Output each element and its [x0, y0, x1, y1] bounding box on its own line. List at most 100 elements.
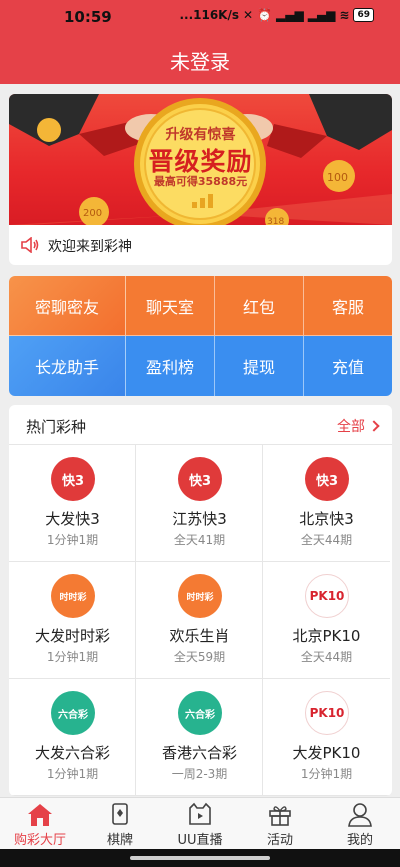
status-time: 10:59	[64, 8, 112, 26]
menu-red-packet[interactable]: 红包	[215, 276, 304, 336]
game-icon-text: 六合彩	[185, 709, 215, 721]
nav-mine[interactable]: 我的	[320, 798, 400, 850]
game-schedule: 1分钟1期	[46, 767, 99, 781]
quick-menu: 密聊密友 聊天室 红包 客服 长龙助手 盈利榜 提现 充值	[9, 276, 392, 396]
game-icon-text: 快3	[188, 473, 212, 489]
nav-uu-live[interactable]: UU直播	[160, 798, 240, 850]
lottery-game-card[interactable]: 六合彩香港六合彩一周2-3期	[136, 679, 263, 796]
game-schedule: 全天59期	[173, 650, 226, 664]
lottery-game-card[interactable]: 六合彩大发六合彩 1分钟1期	[9, 679, 136, 796]
game-schedule: 1分钟1期	[46, 650, 99, 664]
game-icon-text: 快3	[315, 473, 339, 489]
nav-chess[interactable]: 棋牌	[80, 798, 160, 850]
game-icon-text: PK10	[309, 589, 345, 603]
user-icon	[348, 803, 372, 827]
alarm-icon: ⏰	[257, 8, 273, 22]
chevron-right-icon	[368, 420, 380, 432]
menu-label: 提现	[242, 358, 275, 377]
menu-label: 密聊密友	[34, 297, 99, 317]
game-name: 大发六合彩	[34, 744, 110, 762]
view-all-label: 全部	[337, 419, 365, 435]
page-title: 未登录	[170, 50, 230, 74]
lottery-game-card[interactable]: 快3 江苏快3 全天41期	[136, 445, 263, 562]
menu-secret-chat[interactable]: 密聊密友	[9, 276, 126, 336]
game-name: 香港六合彩	[161, 744, 237, 762]
game-name: 大发PK10	[292, 744, 361, 762]
game-name: 江苏快3	[172, 510, 227, 528]
nav-activity[interactable]: 活动	[240, 798, 320, 850]
nav-label: UU直播	[177, 833, 223, 848]
battery-icon: 69	[353, 8, 374, 22]
mute-icon: ✕	[243, 8, 254, 22]
wifi-icon: ≋	[339, 8, 350, 22]
game-schedule: 全天41期	[173, 533, 226, 547]
lottery-game-card[interactable]: 时时彩欢乐生肖全天59期	[136, 562, 263, 679]
home-gesture-pill[interactable]	[130, 856, 270, 860]
menu-long-dragon[interactable]: 长龙助手	[9, 336, 126, 396]
game-icon-text: 快3	[61, 473, 85, 489]
menu-label: 盈利榜	[145, 358, 194, 377]
lhc-icon: 六合彩	[51, 691, 95, 735]
speaker-icon	[21, 237, 39, 253]
status-bar: 10:59 ...116K/s ✕ ⏰ ▂▄▆ ▂▄▆ ≋ 69	[0, 0, 400, 34]
pk10-icon: PK10	[305, 691, 349, 735]
menu-profit-board[interactable]: 盈利榜	[126, 336, 215, 396]
game-name: 北京快3	[299, 510, 354, 528]
nav-label: 活动	[266, 833, 293, 848]
menu-withdraw[interactable]: 提现	[215, 336, 304, 396]
k3-icon: 快3	[51, 457, 95, 501]
chip-318: 318	[267, 217, 284, 225]
banner-line1: 升级有惊喜	[165, 127, 236, 143]
lottery-game-card[interactable]: 时时彩大发时时彩 1分钟1期	[9, 562, 136, 679]
game-schedule: 全天44期	[300, 533, 353, 547]
view-all-link[interactable]: 全部	[337, 416, 380, 436]
bottom-nav: 购彩大厅 棋牌 UU直播 活动 我的	[0, 797, 400, 849]
pk10-icon: PK10	[305, 574, 349, 618]
game-icon-text: 时时彩	[59, 592, 87, 603]
menu-chatroom[interactable]: 聊天室	[126, 276, 215, 336]
gift-icon	[269, 806, 291, 826]
lottery-game-card[interactable]: PK10 北京PK10 全天44期	[263, 562, 390, 679]
game-schedule: 全天44期	[300, 650, 353, 664]
chip-200: 200	[83, 208, 102, 219]
game-name: 大发快3	[45, 510, 100, 528]
signal-icon-2: ▂▄▆	[307, 8, 336, 22]
hot-lottery-title: 热门彩种	[26, 418, 87, 436]
game-schedule: 1分钟1期	[46, 533, 99, 547]
game-icon-text: PK10	[309, 706, 345, 720]
game-schedule: 1分钟1期	[300, 767, 353, 781]
ssc-icon: 时时彩	[51, 574, 95, 618]
nav-lottery-hall[interactable]: 购彩大厅	[0, 798, 80, 850]
network-speed: ...116K/s	[179, 8, 240, 22]
gesture-bar	[0, 849, 400, 867]
status-icons: ...116K/s ✕ ⏰ ▂▄▆ ▂▄▆ ≋ 69	[179, 8, 374, 22]
game-name: 大发时时彩	[34, 627, 110, 645]
menu-label: 红包	[242, 297, 275, 317]
game-schedule: 一周2-3期	[171, 767, 228, 781]
lottery-game-card[interactable]: 快3 大发快3 1分钟1期	[9, 445, 136, 562]
game-name: 欢乐生肖	[169, 627, 230, 645]
ssc-icon: 时时彩	[178, 574, 222, 618]
lottery-game-card[interactable]: PK10 大发PK10 1分钟1期	[263, 679, 390, 796]
promo-banner[interactable]: 100 200 318 升级有惊喜 晋级奖励 最高可得35888元	[9, 94, 392, 225]
nav-label: 棋牌	[106, 833, 133, 848]
notice-text: 欢迎来到彩神	[48, 239, 132, 255]
menu-label: 客服	[331, 297, 364, 317]
game-name: 北京PK10	[292, 627, 361, 645]
menu-label: 充值	[331, 358, 364, 377]
nav-label: 购彩大厅	[13, 833, 66, 848]
menu-recharge[interactable]: 充值	[304, 336, 392, 396]
home-icon	[28, 804, 52, 826]
lhc-icon: 六合彩	[178, 691, 222, 735]
game-icon-text: 时时彩	[186, 592, 214, 603]
nav-label: 我的	[346, 833, 373, 848]
k3-icon: 快3	[178, 457, 222, 501]
lottery-game-card[interactable]: 快3 北京快3 全天44期	[263, 445, 390, 562]
signal-icon: ▂▄▆	[276, 8, 304, 22]
notice-bar[interactable]: 欢迎来到彩神	[9, 225, 392, 265]
menu-label: 长龙助手	[34, 358, 99, 377]
hot-lottery-panel: 热门彩种 全部 快3 大发快3 1分钟1期 快3 江苏快3 全天41期 快3 北京快3 全天44…	[9, 405, 392, 796]
banner-line3: 最高可得35888元	[153, 175, 248, 188]
card-icon	[112, 803, 128, 825]
menu-customer-service[interactable]: 客服	[304, 276, 392, 336]
